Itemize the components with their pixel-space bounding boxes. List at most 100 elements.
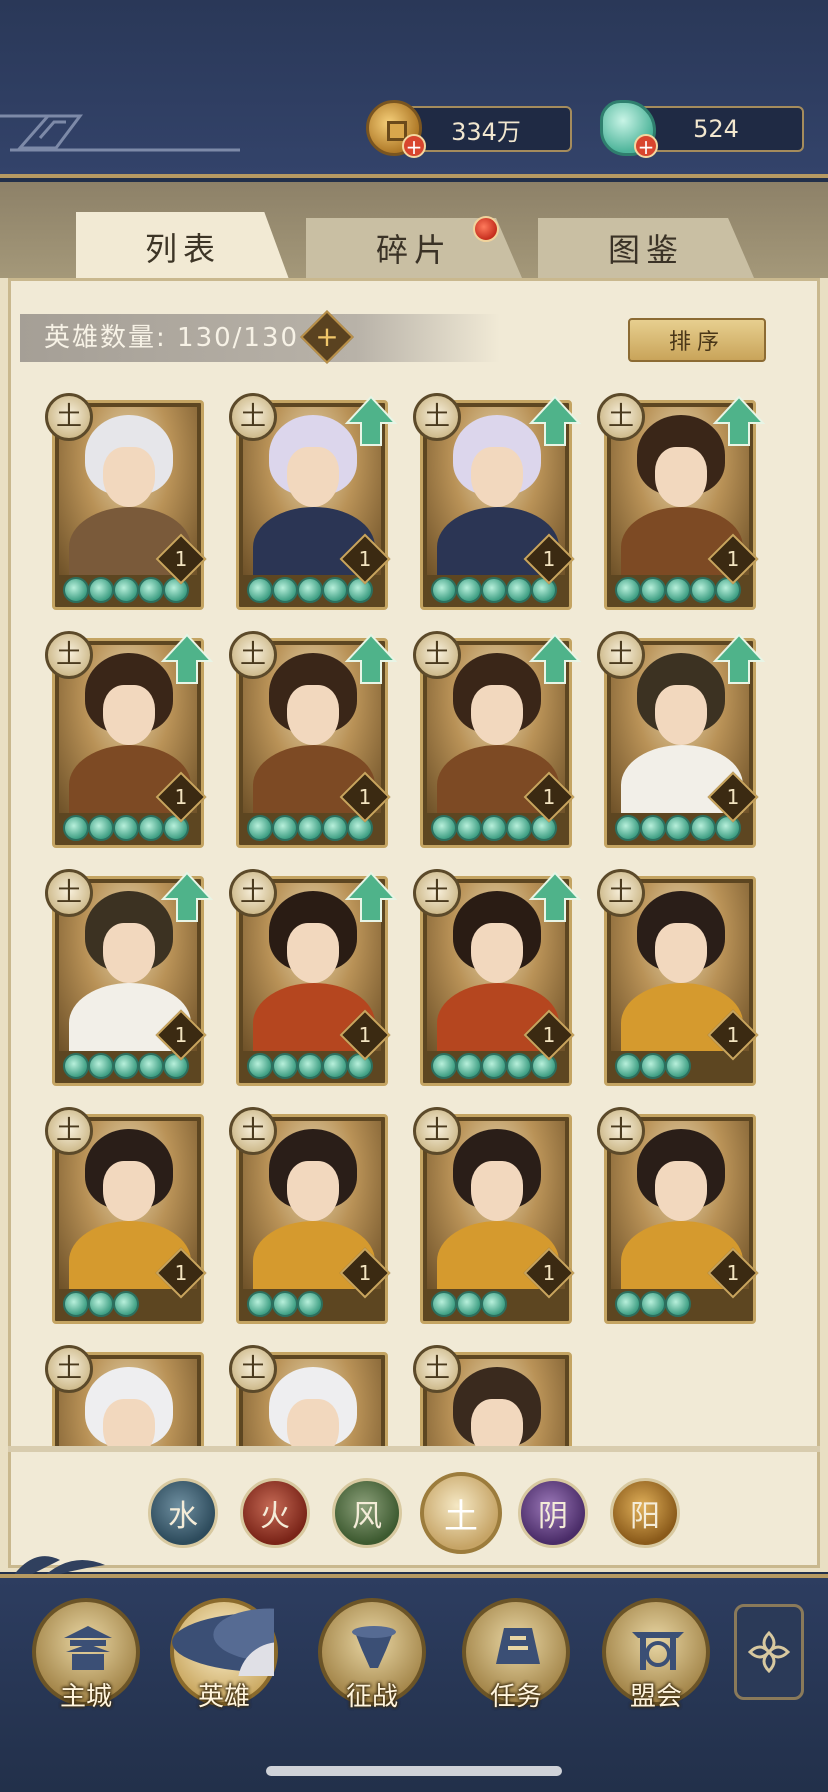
hero-card[interactable]: 1土	[597, 869, 759, 1086]
earth-element-icon: 土	[45, 1345, 93, 1393]
hero-face	[471, 923, 523, 983]
star-row	[615, 1291, 691, 1317]
hero-face	[655, 1161, 707, 1221]
palace-icon	[64, 1626, 112, 1670]
water-glyph: 水	[168, 1499, 198, 1534]
jade-star-icon	[665, 1291, 691, 1317]
hero-card[interactable]: 1土	[597, 1107, 759, 1324]
earth-element-icon: 土	[597, 869, 645, 917]
jade-star-icon	[456, 577, 482, 603]
jade-star-icon	[297, 577, 323, 603]
hero-face	[287, 685, 339, 745]
hero-card[interactable]: 1土	[413, 869, 582, 1086]
earth-element-icon: 土	[229, 1107, 277, 1155]
add-coins-icon[interactable]: +	[402, 134, 426, 158]
jade-star-icon	[481, 815, 507, 841]
filter-yin-button[interactable]: 阴	[518, 1478, 588, 1548]
jade-star-icon	[431, 577, 457, 603]
star-row	[247, 1053, 373, 1079]
hero-face	[103, 447, 155, 507]
upgrade-arrow-icon	[344, 871, 398, 922]
hero-card[interactable]: 1土	[229, 393, 398, 610]
jade-star-icon	[138, 577, 164, 603]
hero-card[interactable]: 1土	[413, 1107, 575, 1324]
star-row	[63, 815, 189, 841]
hero-card[interactable]: 1土	[597, 631, 766, 848]
star-row	[431, 577, 557, 603]
filter-wind-button[interactable]: 风	[332, 1478, 402, 1548]
hero-card[interactable]: 1土	[45, 1107, 207, 1324]
jade-star-icon	[615, 577, 641, 603]
jade-star-icon	[615, 1291, 641, 1317]
add-jade-icon[interactable]: +	[634, 134, 658, 158]
hero-card[interactable]: 土	[229, 1345, 388, 1450]
top-left-ornament	[0, 114, 240, 152]
fire-glyph: 火	[260, 1499, 290, 1534]
hero-card[interactable]: 土	[413, 1345, 572, 1450]
hero-card[interactable]: 土	[45, 1345, 204, 1450]
tab-list[interactable]: 列表	[76, 212, 290, 282]
earth-element-icon: 土	[45, 393, 93, 441]
jade-star-icon	[88, 1291, 114, 1317]
jade-star-icon	[615, 1053, 641, 1079]
level-value: 1	[542, 785, 556, 809]
star-row	[63, 1291, 139, 1317]
hero-card[interactable]: 1土	[45, 631, 214, 848]
jade-star-icon	[665, 577, 691, 603]
level-value: 1	[542, 1023, 556, 1047]
hero-card[interactable]: 1土	[229, 869, 398, 1086]
hero-card[interactable]: 1土	[45, 869, 214, 1086]
hero-count-label: 英雄数量: 130/130	[44, 323, 300, 353]
earth-element-icon: 土	[229, 1345, 277, 1393]
jade-star-icon	[531, 815, 557, 841]
hero-face	[103, 1399, 155, 1450]
hero-face	[103, 685, 155, 745]
jade-star-icon	[63, 577, 89, 603]
earth-element-icon: 土	[45, 631, 93, 679]
earth-element-icon: 土	[413, 869, 461, 917]
jade-star-icon	[347, 577, 373, 603]
more-menu-button[interactable]	[734, 1604, 804, 1700]
filter-earth-button[interactable]: 土	[420, 1472, 502, 1554]
jade-star-icon	[297, 815, 323, 841]
jade-star-icon	[347, 815, 373, 841]
star-row	[247, 1291, 323, 1317]
jade-star-icon	[163, 815, 189, 841]
jade-star-icon	[715, 577, 741, 603]
star-row	[431, 1291, 507, 1317]
upgrade-arrow-icon	[712, 633, 766, 684]
earth-element-icon: 土	[413, 1107, 461, 1155]
jade-star-icon	[640, 1053, 666, 1079]
filter-fire-button[interactable]: 火	[240, 1478, 310, 1548]
jade-star-icon	[506, 815, 532, 841]
level-value: 1	[358, 547, 372, 571]
level-value: 1	[358, 1261, 372, 1285]
tab-atlas[interactable]: 图鉴	[538, 218, 754, 278]
upgrade-arrow-icon	[344, 633, 398, 684]
coin-amount: 334万	[451, 117, 521, 146]
hero-card[interactable]: 1土	[229, 631, 398, 848]
jade-star-icon	[640, 815, 666, 841]
hero-card[interactable]: 1土	[45, 393, 207, 610]
nav-guild-label: 盟会	[629, 1682, 682, 1712]
sort-button[interactable]: 排序	[628, 318, 766, 362]
hero-face	[287, 1399, 339, 1450]
grid-divider	[8, 1446, 820, 1452]
jade-star-icon	[88, 1053, 114, 1079]
gate-icon	[632, 1632, 684, 1670]
jade-star-icon	[715, 815, 741, 841]
hero-card[interactable]: 1土	[413, 631, 582, 848]
nav-hero-label: 英雄	[197, 1682, 250, 1712]
jade-star-icon	[163, 577, 189, 603]
hero-card[interactable]: 1土	[597, 393, 766, 610]
hero-card[interactable]: 1土	[413, 393, 582, 610]
filter-water-button[interactable]: 水	[148, 1478, 218, 1548]
jade-star-icon	[297, 1291, 323, 1317]
jade-star-icon	[247, 577, 273, 603]
filter-yang-button[interactable]: 阳	[610, 1478, 680, 1548]
level-value: 1	[174, 1023, 188, 1047]
hero-card[interactable]: 1土	[229, 1107, 391, 1324]
jade-star-icon	[665, 815, 691, 841]
jade-star-icon	[456, 1053, 482, 1079]
notification-dot	[473, 216, 499, 242]
